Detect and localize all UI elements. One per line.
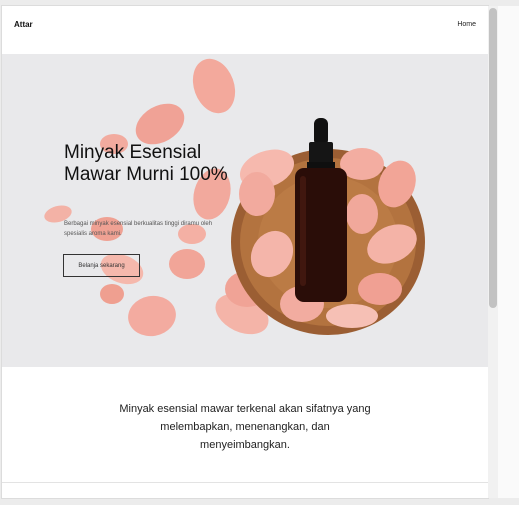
navbar: Attar Home	[2, 6, 488, 54]
about-section: Minyak esensial mawar terkenal akan sifa…	[2, 367, 488, 482]
hero-section: Minyak Esensial Mawar Murni 100% Berbaga…	[2, 54, 488, 367]
window-edge	[498, 6, 519, 498]
brand-logo[interactable]: Attar	[14, 20, 33, 29]
hero-subtitle: Berbagai minyak esensial berkualitas tin…	[64, 221, 213, 237]
hero-image	[2, 54, 488, 367]
shop-now-button[interactable]: Belanja sekarang	[63, 254, 140, 277]
about-text: Minyak esensial mawar terkenal akan sifa…	[119, 403, 371, 451]
browser-viewport: Attar Home Minyak Esensial Mawar Murni 1…	[2, 6, 488, 498]
hero-title: Minyak Esensial Mawar Murni 100%	[64, 142, 228, 185]
section-divider	[2, 482, 488, 483]
vertical-scrollbar[interactable]	[488, 6, 498, 498]
scrollbar-thumb[interactable]	[489, 8, 497, 308]
nav-link-home[interactable]: Home	[457, 21, 476, 28]
